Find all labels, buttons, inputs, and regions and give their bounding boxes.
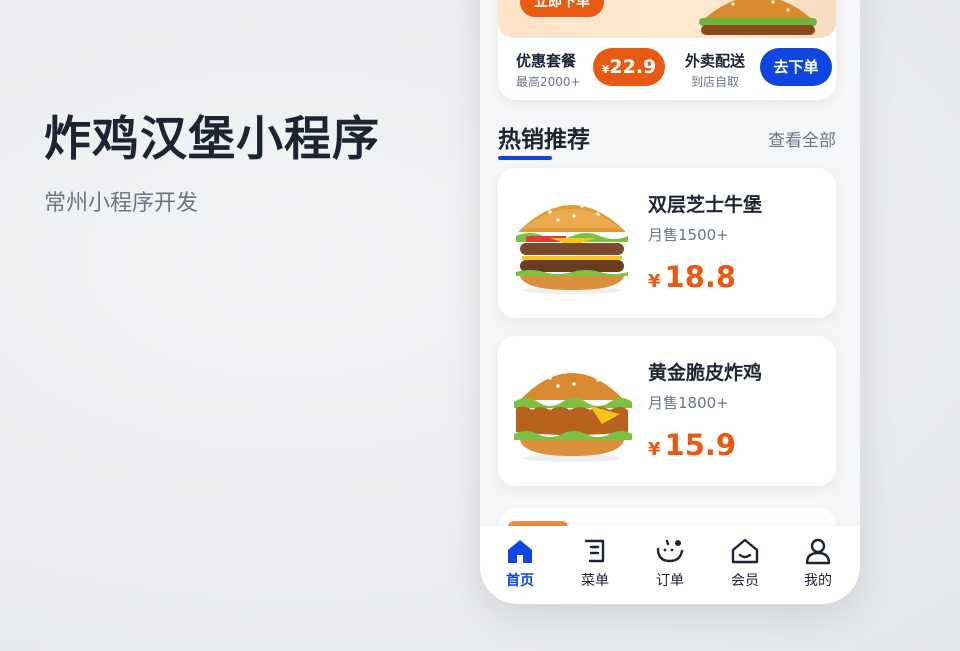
price-value: 15.9 xyxy=(664,428,737,462)
phone-mockup: 立即下单 优惠套餐 最高2000+ ¥22.9 外卖配送 到店自取 去下单 热销… xyxy=(480,0,860,604)
product-name: 双层芝士牛堡 xyxy=(648,194,763,216)
delivery-promo[interactable]: 外卖配送 到店自取 xyxy=(685,50,745,90)
tab-label: 菜单 xyxy=(581,573,609,589)
tab-label: 订单 xyxy=(656,573,684,589)
currency-symbol: ¥ xyxy=(648,271,661,292)
page-subtitle: 常州小程序开发 xyxy=(44,191,199,216)
delivery-subtitle: 到店自取 xyxy=(691,75,740,89)
delivery-title: 外卖配送 xyxy=(685,52,746,70)
price-value: 18.8 xyxy=(664,260,737,294)
combo-promo[interactable]: 优惠套餐 最高2000+ xyxy=(516,50,581,90)
menu-icon xyxy=(565,536,625,566)
product-price: ¥15.9 xyxy=(648,428,736,462)
double-cheese-burger-icon xyxy=(516,202,628,294)
view-all-link[interactable]: 查看全部 xyxy=(768,126,836,151)
promo-row: 优惠套餐 最高2000+ ¥22.9 外卖配送 到店自取 去下单 xyxy=(498,48,836,92)
section-title: 热销推荐 xyxy=(498,127,590,153)
tab-orders[interactable]: 订单 xyxy=(640,536,700,590)
product-card[interactable]: 双层芝士牛堡 月售1500+ ¥18.8 xyxy=(498,168,836,318)
order-icon xyxy=(640,536,700,566)
crispy-chicken-burger-icon xyxy=(514,368,632,462)
promo-banner: 立即下单 优惠套餐 最高2000+ ¥22.9 外卖配送 到店自取 去下单 xyxy=(498,0,836,100)
go-order-button[interactable]: 去下单 xyxy=(760,48,832,86)
tab-menu[interactable]: 菜单 xyxy=(565,536,625,590)
tab-label: 首页 xyxy=(506,573,534,589)
product-price: ¥18.8 xyxy=(648,260,736,294)
banner-burger-icon xyxy=(699,0,817,35)
section-underline xyxy=(498,156,552,160)
profile-icon xyxy=(788,536,848,566)
product-name: 黄金脆皮炸鸡 xyxy=(648,362,763,384)
combo-title: 优惠套餐 xyxy=(516,52,577,70)
tab-profile[interactable]: 我的 xyxy=(788,536,848,590)
tab-label: 会员 xyxy=(731,573,759,589)
home-icon xyxy=(490,536,550,566)
order-now-button[interactable]: 立即下单 xyxy=(520,0,604,17)
member-icon xyxy=(715,536,775,566)
tab-label: 我的 xyxy=(804,573,832,589)
product-sales: 月售1800+ xyxy=(648,394,729,412)
headline: 炸鸡汉堡小程序 常州小程序开发 xyxy=(44,100,380,217)
bottom-tab-bar: 首页 菜单 订单 会员 我的 xyxy=(480,526,860,604)
tab-member[interactable]: 会员 xyxy=(715,536,775,590)
page-title: 炸鸡汉堡小程序 xyxy=(44,112,380,167)
combo-price: 22.9 xyxy=(609,56,657,78)
combo-subtitle: 最高2000+ xyxy=(516,75,581,89)
banner-image: 立即下单 xyxy=(498,0,836,38)
currency-symbol: ¥ xyxy=(648,439,661,460)
section-header: 热销推荐 查看全部 xyxy=(498,120,836,164)
product-sales: 月售1500+ xyxy=(648,226,729,244)
combo-price-badge[interactable]: ¥22.9 xyxy=(593,48,665,86)
tab-home[interactable]: 首页 xyxy=(490,536,550,590)
product-card[interactable]: 黄金脆皮炸鸡 月售1800+ ¥15.9 xyxy=(498,336,836,486)
